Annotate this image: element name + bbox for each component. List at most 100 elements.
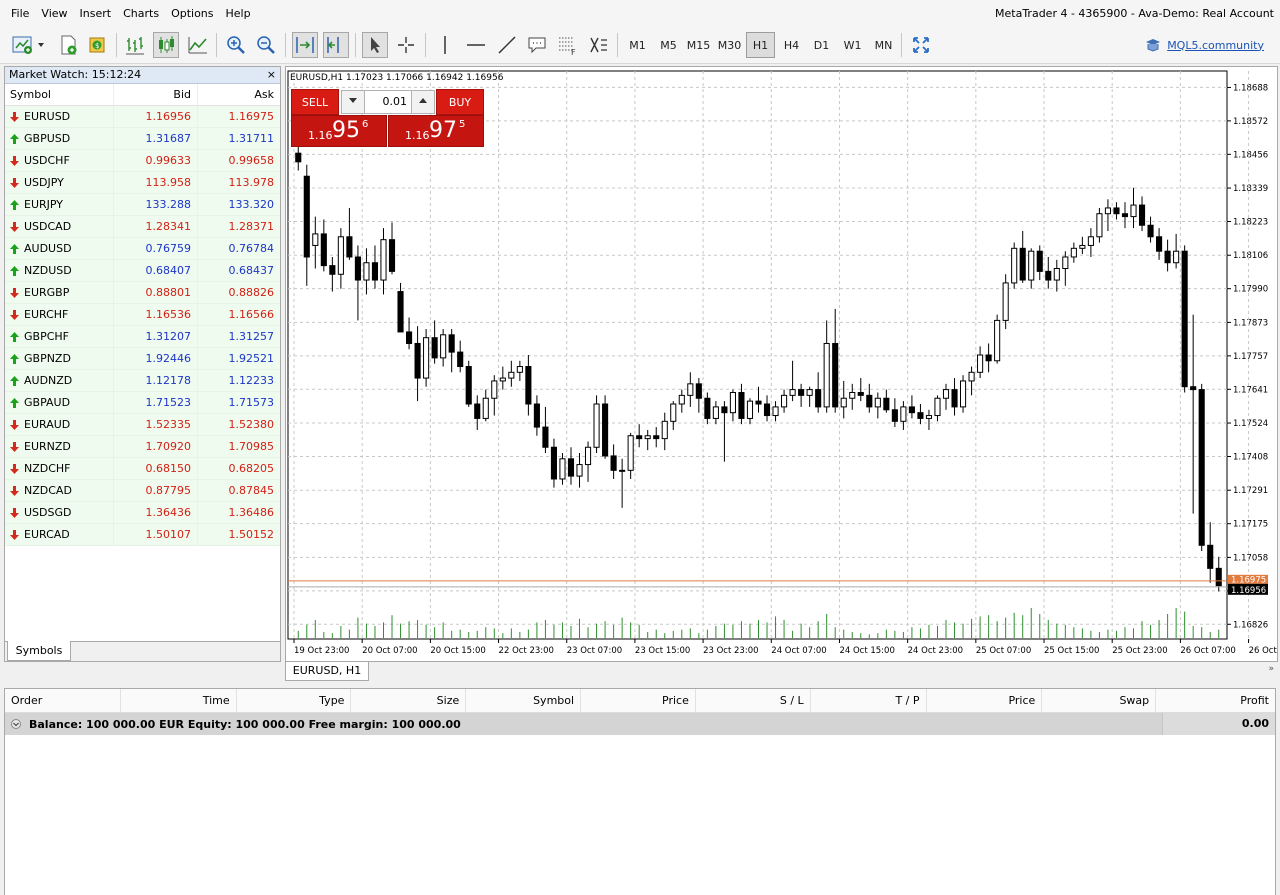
balance-row[interactable]: Balance: 100 000.00 EUR Equity: 100 000.…: [5, 713, 1275, 735]
mql5-community-link[interactable]: MQL5.community: [1144, 32, 1264, 58]
column-stop-loss[interactable]: S / L: [696, 689, 811, 713]
column-price[interactable]: Price: [581, 689, 696, 713]
market-watch-row[interactable]: AUDNZD 1.12178 1.12233: [5, 370, 280, 392]
candle-body: [610, 455, 617, 471]
market-watch-row[interactable]: EURJPY 133.288 133.320: [5, 194, 280, 216]
menu-help[interactable]: Help: [220, 0, 257, 28]
timeframe-m5[interactable]: M5: [654, 32, 683, 58]
collapse-icon[interactable]: [11, 719, 21, 729]
symbol-name: GBPAUD: [24, 395, 71, 409]
timeframe-m15[interactable]: M15: [684, 32, 713, 58]
zoom-out-button[interactable]: [253, 32, 279, 58]
fibonacci-button[interactable]: F: [555, 32, 581, 58]
buy-button[interactable]: BUY: [436, 89, 484, 115]
candle-body: [968, 371, 975, 382]
zoom-in-button[interactable]: [223, 32, 249, 58]
bar-chart-button[interactable]: [122, 32, 148, 58]
column-symbol[interactable]: Symbol: [466, 689, 582, 713]
column-bid[interactable]: Bid: [113, 84, 197, 105]
menu-view[interactable]: View: [35, 0, 73, 28]
market-watch-row[interactable]: NZDUSD 0.68407 0.68437: [5, 260, 280, 282]
vertical-line-button[interactable]: [432, 32, 458, 58]
timeframe-mn[interactable]: MN: [869, 32, 898, 58]
market-watch-row[interactable]: NZDCAD 0.87795 0.87845: [5, 480, 280, 502]
profiles-button[interactable]: [55, 32, 81, 58]
line-chart-button[interactable]: [185, 32, 211, 58]
menu-insert[interactable]: Insert: [74, 0, 118, 28]
market-watch-row[interactable]: EURCHF 1.16536 1.16566: [5, 304, 280, 326]
market-watch-row[interactable]: EURAUD 1.52335 1.52380: [5, 414, 280, 436]
lot-decrease-button[interactable]: [341, 90, 365, 114]
tab-eurusd-h1[interactable]: EURUSD, H1: [285, 662, 369, 681]
candlestick-chart-button[interactable]: [153, 32, 179, 58]
market-watch-row[interactable]: GBPAUD 1.71523 1.71573: [5, 392, 280, 414]
market-watch-button[interactable]: $: [85, 32, 111, 58]
timeframe-m1[interactable]: M1: [623, 32, 652, 58]
market-watch-row[interactable]: EURNZD 1.70920 1.70985: [5, 436, 280, 458]
column-swap[interactable]: Swap: [1042, 689, 1157, 713]
timeframe-d1[interactable]: D1: [807, 32, 836, 58]
market-watch-row[interactable]: GBPUSD 1.31687 1.31711: [5, 128, 280, 150]
tab-symbols[interactable]: Symbols: [7, 641, 71, 661]
menu-charts[interactable]: Charts: [117, 0, 165, 28]
column-type[interactable]: Type: [237, 689, 352, 713]
candle-body: [729, 391, 736, 414]
column-size[interactable]: Size: [351, 689, 467, 713]
candle-body: [832, 342, 839, 408]
crosshair-button[interactable]: [393, 32, 419, 58]
market-watch-row[interactable]: GBPNZD 1.92446 1.92521: [5, 348, 280, 370]
column-order[interactable]: Order: [5, 689, 121, 713]
column-ask[interactable]: Ask: [197, 84, 280, 105]
symbol-cell: EURCAD: [5, 524, 113, 545]
market-watch-row[interactable]: NZDCHF 0.68150 0.68205: [5, 458, 280, 480]
market-watch-row[interactable]: USDSGD 1.36436 1.36486: [5, 502, 280, 524]
menu-options[interactable]: Options: [165, 0, 219, 28]
y-tick-label: 1.17058: [1233, 553, 1268, 563]
cursor-button[interactable]: [362, 32, 388, 58]
market-watch-row[interactable]: EURGBP 0.88801 0.88826: [5, 282, 280, 304]
arrow-up-icon: [10, 353, 19, 364]
candle-body: [977, 354, 984, 373]
timeframe-h1[interactable]: H1: [746, 32, 775, 58]
chart-window[interactable]: 1.18688 1.18572 1.18456 1.18339 1.18223 1.181…: [285, 66, 1279, 663]
market-watch-row[interactable]: EURUSD 1.16956 1.16975: [5, 106, 280, 128]
buy-price-display[interactable]: 1.16 97 5: [388, 115, 484, 147]
column-symbol[interactable]: Symbol: [5, 84, 113, 105]
symbol-cell: GBPCHF: [5, 326, 113, 347]
horizontal-line-button[interactable]: [463, 32, 489, 58]
new-chart-button[interactable]: [8, 32, 48, 58]
price-chart[interactable]: 1.18688 1.18572 1.18456 1.18339 1.18223 1.181…: [286, 67, 1279, 663]
menu-file[interactable]: File: [0, 0, 35, 28]
close-icon[interactable]: ×: [267, 67, 276, 83]
indicators-button[interactable]: [586, 32, 612, 58]
tabs-scroll-button[interactable]: »: [1268, 664, 1274, 674]
sell-price-pips: 95: [332, 118, 360, 143]
trendline-button[interactable]: [494, 32, 520, 58]
fullscreen-button[interactable]: [908, 32, 934, 58]
symbol-cell: EURAUD: [5, 414, 113, 435]
market-watch-row[interactable]: EURCAD 1.50107 1.50152: [5, 524, 280, 546]
candle-body: [908, 406, 915, 414]
market-watch-row[interactable]: GBPCHF 1.31207 1.31257: [5, 326, 280, 348]
column-take-profit[interactable]: T / P: [811, 689, 927, 713]
auto-scroll-button[interactable]: [292, 32, 318, 58]
sell-price-display[interactable]: 1.16 95 6: [291, 115, 387, 147]
text-label-button[interactable]: [524, 32, 550, 58]
sell-button[interactable]: SELL: [291, 89, 339, 115]
timeframe-m30[interactable]: M30: [715, 32, 744, 58]
market-watch-row[interactable]: USDJPY 113.958 113.978: [5, 172, 280, 194]
ask-cell: 1.92521: [197, 348, 280, 369]
column-current-price[interactable]: Price: [927, 689, 1043, 713]
candle-body: [806, 389, 813, 396]
market-watch-row[interactable]: AUDUSD 0.76759 0.76784: [5, 238, 280, 260]
timeframe-h4[interactable]: H4: [777, 32, 806, 58]
chart-shift-button[interactable]: [323, 32, 349, 58]
market-watch-row[interactable]: USDCAD 1.28341 1.28371: [5, 216, 280, 238]
column-profit[interactable]: Profit: [1156, 689, 1275, 713]
lot-increase-button[interactable]: [411, 90, 435, 114]
symbol-cell: EURNZD: [5, 436, 113, 457]
timeframe-w1[interactable]: W1: [838, 32, 867, 58]
market-watch-row[interactable]: USDCHF 0.99633 0.99658: [5, 150, 280, 172]
lot-size-input[interactable]: 0.01: [365, 90, 411, 114]
column-time[interactable]: Time: [121, 689, 237, 713]
